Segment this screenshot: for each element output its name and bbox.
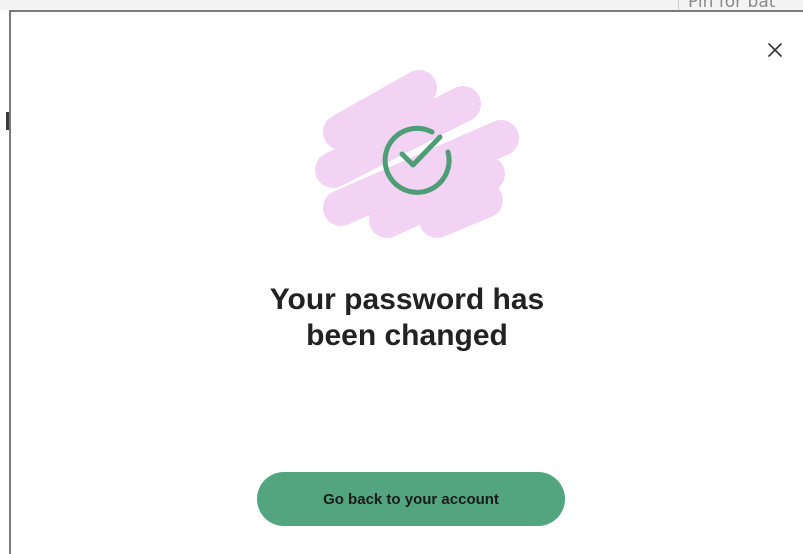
close-icon <box>768 43 782 57</box>
background-top-bar <box>0 0 803 10</box>
go-back-to-account-button[interactable]: Go back to your account <box>257 472 565 526</box>
close-button[interactable] <box>765 40 785 60</box>
pink-blob-shape <box>315 70 519 238</box>
page: Pin for bat Your password has been chang… <box>0 0 803 554</box>
background-divider <box>678 0 679 10</box>
page-title: Your password has been changed <box>11 282 803 354</box>
success-illustration <box>315 70 519 238</box>
title-line-1: Your password has <box>269 283 545 316</box>
title-line-2: been changed <box>306 319 508 352</box>
password-changed-modal: Your password has been changed Go back t… <box>9 10 803 554</box>
go-back-button-label: Go back to your account <box>323 490 499 508</box>
